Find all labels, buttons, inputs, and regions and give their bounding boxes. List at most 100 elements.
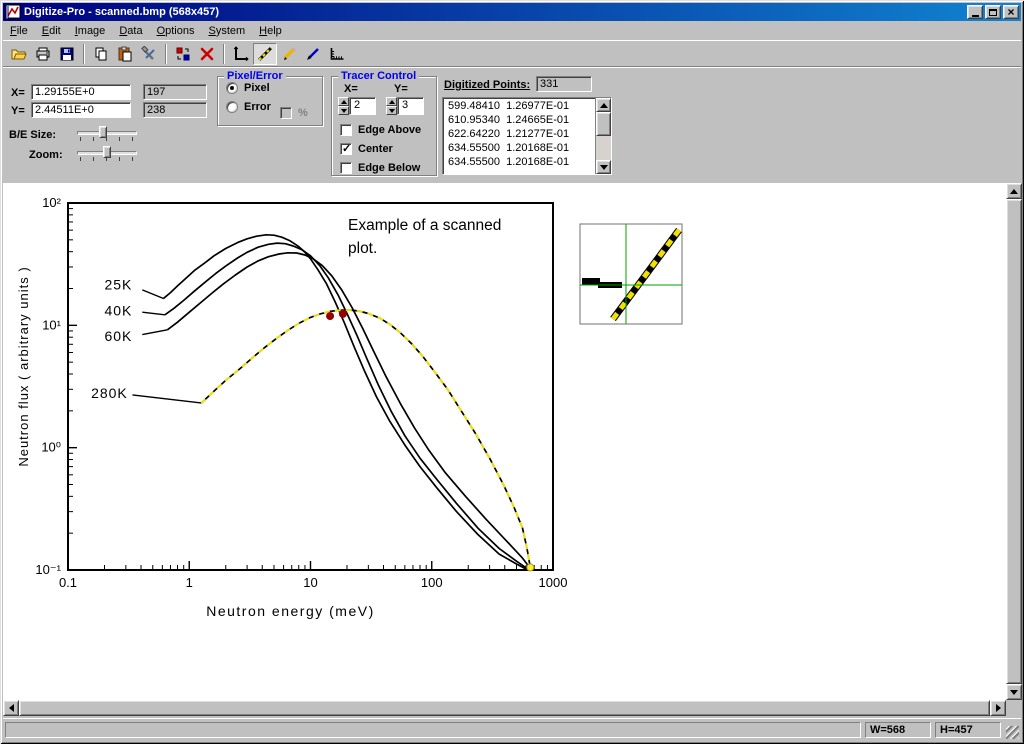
be-size-slider-thumb[interactable] xyxy=(99,126,107,138)
be-size-slider[interactable] xyxy=(75,125,139,143)
slider-ticks xyxy=(80,137,136,141)
close-button[interactable]: × xyxy=(1003,5,1019,19)
x-coordinate-input[interactable] xyxy=(31,84,131,100)
tracer-y-down-button[interactable] xyxy=(386,106,397,115)
digitized-point-row[interactable]: 599.48410 1.26977E-01 xyxy=(444,99,594,113)
tracer-y-value[interactable]: 3 xyxy=(397,97,424,115)
checkbox-label: Edge Below xyxy=(358,162,420,174)
digitized-point-row[interactable]: 634.55500 1.20168E-01 xyxy=(444,141,594,155)
tracer-x-label: X= xyxy=(344,83,358,95)
tracer-button[interactable] xyxy=(253,43,277,65)
digitized-list[interactable]: 599.48410 1.26977E-01610.95340 1.24665E-… xyxy=(442,97,612,175)
checkbox-edge-below[interactable]: Edge Below xyxy=(340,160,436,176)
toolbar-separator xyxy=(165,44,167,64)
checkbox-center[interactable]: Center xyxy=(340,141,436,157)
digitized-points-label: Digitized Points: xyxy=(444,79,530,91)
menu-system[interactable]: System xyxy=(201,23,252,39)
menu-data[interactable]: Data xyxy=(112,23,149,39)
list-scrollbar[interactable] xyxy=(595,98,611,174)
x-label: X= xyxy=(11,87,25,99)
down-arrow-icon xyxy=(341,109,347,116)
up-arrow-icon xyxy=(389,97,395,104)
calibrate-button[interactable] xyxy=(325,43,349,65)
radio-button[interactable] xyxy=(226,82,238,94)
tracer-x-up-button[interactable] xyxy=(338,97,349,106)
radio-pixel[interactable]: Pixel xyxy=(226,80,322,96)
scroll-up-button[interactable] xyxy=(1006,183,1022,199)
checkbox-box[interactable] xyxy=(340,143,352,155)
pixel-error-group-title: Pixel/Error xyxy=(224,70,286,82)
menu-bar: FileEditImageDataOptionsSystemHelp xyxy=(3,22,1021,40)
maximize-button[interactable] xyxy=(985,5,1001,19)
toolbar xyxy=(3,40,1021,67)
menu-file[interactable]: File xyxy=(3,23,35,39)
zoom-preview-frame xyxy=(580,224,682,324)
tracer-x-value[interactable]: 2 xyxy=(349,97,376,115)
title-bar[interactable]: Digitize-Pro - scanned.bmp (568x457) × xyxy=(3,3,1021,21)
open-button[interactable] xyxy=(7,43,31,65)
copy-icon xyxy=(93,46,109,62)
zoom-slider[interactable] xyxy=(75,145,139,163)
axes-button[interactable] xyxy=(229,43,253,65)
print-button[interactable] xyxy=(31,43,55,65)
save-button[interactable] xyxy=(55,43,79,65)
x-tick-label: 1000 xyxy=(539,575,568,590)
resize-grip[interactable] xyxy=(1006,726,1019,739)
curve-25K xyxy=(163,235,528,570)
curve-60K xyxy=(167,253,529,568)
tracer-group-title: Tracer Control xyxy=(338,70,419,82)
image-canvas[interactable]: 0.1110100100010²10¹10⁰10⁻¹Neutron energy… xyxy=(3,183,1006,700)
vertical-scroll-thumb[interactable] xyxy=(1006,199,1022,684)
control-panel: X= Y= 197 238 B/E Size: Zoom: Pixel/Erro… xyxy=(3,67,1021,183)
zoom-slider-thumb[interactable] xyxy=(103,146,111,158)
checkbox-edge-above[interactable]: Edge Above xyxy=(340,122,436,138)
scroll-right-button[interactable] xyxy=(990,700,1006,716)
checkbox-box[interactable] xyxy=(340,162,352,174)
right-arrow-icon xyxy=(996,704,1005,712)
zoom-label: Zoom: xyxy=(29,149,63,161)
digitized-point-row[interactable]: 610.95340 1.24665E-01 xyxy=(444,113,594,127)
digitized-points-count: 331 xyxy=(536,76,592,92)
tracer-y-spinner[interactable]: 3 xyxy=(386,97,424,115)
minimize-button[interactable] xyxy=(967,5,983,19)
y-tick-label: 10⁻¹ xyxy=(35,562,61,577)
curve-label-40K: 40K xyxy=(104,303,132,319)
menu-help[interactable]: Help xyxy=(252,23,289,39)
scroll-left-button[interactable] xyxy=(3,700,19,716)
pencil-button[interactable] xyxy=(277,43,301,65)
checkbox-label: Edge Above xyxy=(358,124,421,136)
swap-colors-button[interactable] xyxy=(171,43,195,65)
tracer-x-down-button[interactable] xyxy=(338,106,349,115)
menu-options[interactable]: Options xyxy=(150,23,202,39)
list-scroll-thumb[interactable] xyxy=(596,112,611,136)
error-percent-checkbox[interactable] xyxy=(280,107,292,119)
scanned-plot[interactable]: 0.1110100100010²10¹10⁰10⁻¹Neutron energy… xyxy=(16,195,567,619)
down-arrow-icon xyxy=(600,165,608,174)
vertical-scrollbar[interactable] xyxy=(1006,183,1022,700)
canvas-svg: 0.1110100100010²10¹10⁰10⁻¹Neutron energy… xyxy=(3,183,1006,700)
tracer-x-spinner[interactable]: 2 xyxy=(338,97,376,115)
delete-button[interactable] xyxy=(195,43,219,65)
tracer-y-up-button[interactable] xyxy=(386,97,397,106)
open-icon xyxy=(11,46,27,62)
down-arrow-icon xyxy=(389,109,395,116)
digitized-point-row[interactable]: 634.55500 1.20168E-01 xyxy=(444,155,594,169)
up-arrow-icon xyxy=(341,97,347,104)
horizontal-scroll-thumb[interactable] xyxy=(19,700,990,716)
scroll-down-button[interactable] xyxy=(1006,684,1022,700)
zoomed-pixels xyxy=(582,278,600,285)
list-scroll-up-button[interactable] xyxy=(596,98,611,112)
tools-button[interactable] xyxy=(137,43,161,65)
digitized-point-row[interactable]: 622.64220 1.21277E-01 xyxy=(444,127,594,141)
y-coordinate-input[interactable] xyxy=(31,102,131,118)
menu-edit[interactable]: Edit xyxy=(35,23,68,39)
copy-button[interactable] xyxy=(89,43,113,65)
axes-icon xyxy=(233,46,249,62)
checkbox-box[interactable] xyxy=(340,124,352,136)
paste-button[interactable] xyxy=(113,43,137,65)
menu-image[interactable]: Image xyxy=(68,23,113,39)
radio-button[interactable] xyxy=(226,101,238,113)
pen-button[interactable] xyxy=(301,43,325,65)
horizontal-scrollbar[interactable] xyxy=(3,700,1006,716)
list-scroll-down-button[interactable] xyxy=(596,160,611,174)
